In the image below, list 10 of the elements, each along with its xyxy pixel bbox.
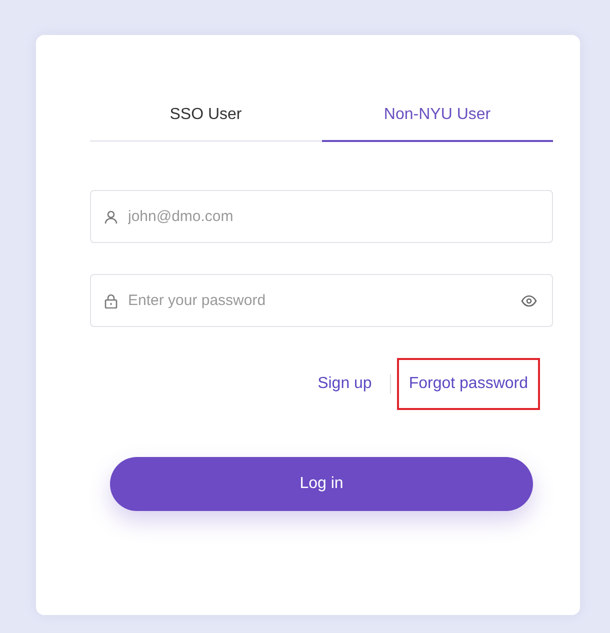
user-icon <box>104 210 118 224</box>
password-field[interactable]: Enter your password <box>90 274 553 327</box>
link[interactable]: Forgot password <box>396 358 540 410</box>
login-button[interactable]: Log in <box>110 457 533 511</box>
tab[interactable]: SSO User <box>90 103 322 142</box>
email-field[interactable]: john@dmo.com <box>90 190 553 243</box>
eye-icon[interactable] <box>521 294 537 306</box>
link[interactable]: Sign up <box>306 358 384 410</box>
tab[interactable]: Non-NYU User <box>322 103 553 142</box>
lock-icon <box>104 293 118 308</box>
